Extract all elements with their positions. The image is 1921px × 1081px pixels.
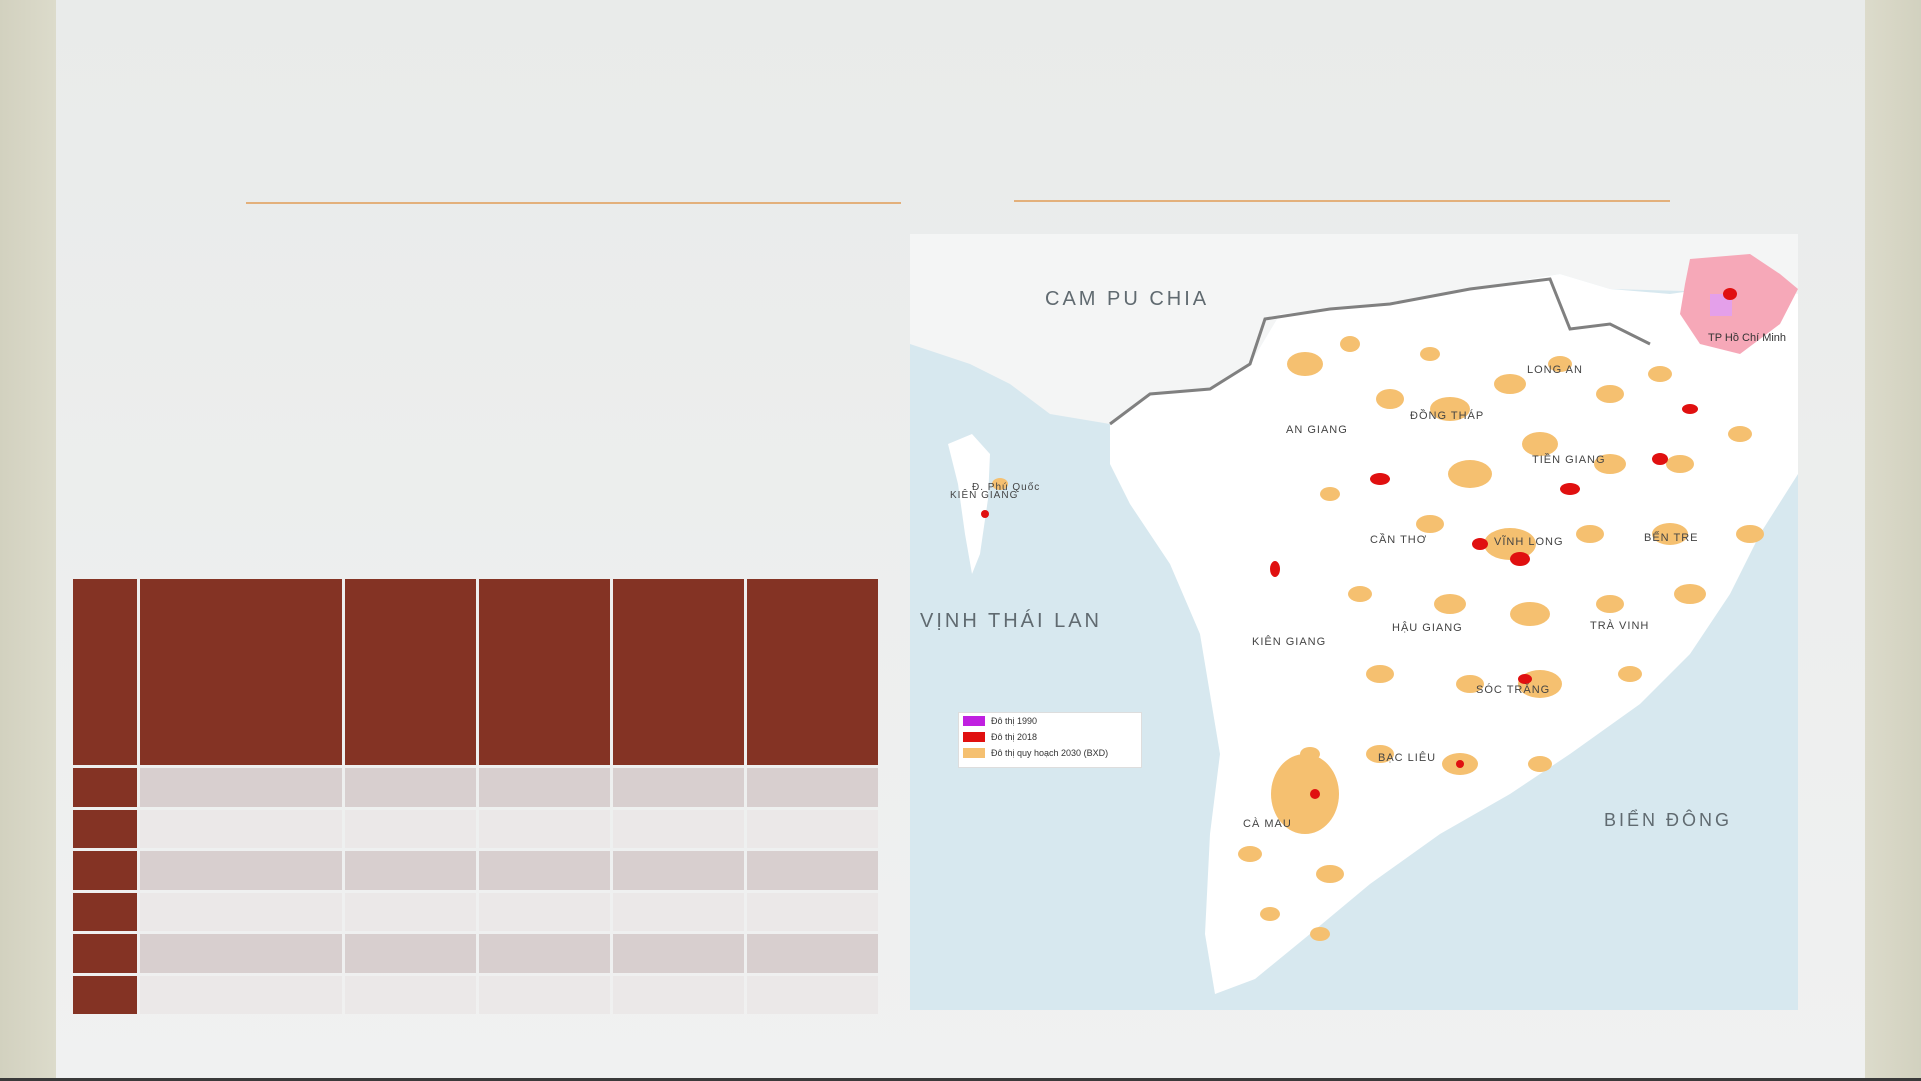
table-row: [73, 809, 878, 848]
header-cell: [613, 579, 744, 765]
table-cell: [345, 809, 476, 848]
table-cell: [479, 934, 610, 973]
table-cell: [613, 892, 744, 931]
header-cell: [140, 579, 342, 765]
tien-giang-label: TIỀN GIANG: [1532, 454, 1606, 466]
table-cell: [747, 851, 878, 890]
tra-vinh-label: TRÀ VINH: [1590, 620, 1650, 632]
hau-giang-label: HẬU GIANG: [1392, 622, 1463, 634]
legend-item: Đô thị 2018: [959, 729, 1141, 745]
table-cell: [747, 768, 878, 807]
table-header-row: [73, 579, 878, 765]
legend-swatch: [963, 748, 985, 758]
table-cell: [479, 768, 610, 807]
table-cell: [613, 975, 744, 1014]
legend-label: Đô thị 2018: [991, 732, 1038, 742]
mekong-delta-map: CAM PU CHIA VỊNH THÁI LAN BIỂN ĐÔNG TP H…: [910, 234, 1798, 1010]
table-row: [73, 892, 878, 931]
table-cell: [140, 809, 342, 848]
dong-thap-label: ĐỒNG THÁP: [1410, 410, 1485, 422]
table-cell: [140, 975, 342, 1014]
table-row: [73, 768, 878, 807]
header-cell: [345, 579, 476, 765]
data-table: [70, 576, 881, 1017]
legend-label: Đô thị 1990: [991, 716, 1038, 726]
left-frame-strip: [0, 0, 56, 1081]
table-cell: [479, 809, 610, 848]
table-cell: [140, 934, 342, 973]
table-cell: [73, 809, 137, 848]
table-cell: [345, 934, 476, 973]
table-cell: [345, 892, 476, 931]
long-an-label: LONG AN: [1527, 364, 1583, 376]
table-row: [73, 851, 878, 890]
legend-swatch: [963, 716, 985, 726]
table-cell: [613, 768, 744, 807]
right-frame-strip: [1865, 0, 1921, 1081]
table-cell: [73, 892, 137, 931]
cambodia-label: CAM PU CHIA: [1045, 288, 1210, 310]
right-title-rule: [1014, 200, 1670, 202]
kien-giang-label: KIÊN GIANG: [1252, 636, 1327, 648]
legend-item: Đô thị quy hoạch 2030 (BXD): [959, 745, 1141, 761]
legend-swatch: [963, 732, 985, 742]
soc-trang-label: SÓC TRĂNG: [1476, 684, 1551, 696]
table-row: [73, 934, 878, 973]
legend-item: Đô thị 1990: [959, 713, 1141, 729]
table-cell: [747, 892, 878, 931]
map-legend: Đô thị 1990 Đô thị 2018 Đô thị quy hoạch…: [958, 712, 1142, 768]
table-cell: [140, 851, 342, 890]
east-sea-label: BIỂN ĐÔNG: [1604, 810, 1733, 830]
table-row: [73, 975, 878, 1014]
legend-label: Đô thị quy hoạch 2030 (BXD): [991, 748, 1109, 758]
table-cell: [479, 975, 610, 1014]
table-cell: [73, 975, 137, 1014]
left-title-rule: [246, 202, 901, 204]
table-cell: [140, 768, 342, 807]
table-cell: [747, 809, 878, 848]
table-cell: [345, 768, 476, 807]
header-cell: [479, 579, 610, 765]
can-tho-label: CẦN THƠ: [1370, 534, 1428, 546]
table-cell: [613, 934, 744, 973]
table-cell: [345, 851, 476, 890]
table-cell: [479, 892, 610, 931]
table-cell: [73, 934, 137, 973]
vinh-long-label: VĨNH LONG: [1494, 536, 1564, 548]
table-cell: [613, 851, 744, 890]
table-cell: [345, 975, 476, 1014]
hcmc-label: TP Hồ Chí Minh: [1708, 332, 1787, 344]
table-cell: [73, 768, 137, 807]
an-giang-label: AN GIANG: [1286, 424, 1348, 436]
table-cell: [479, 851, 610, 890]
header-cell: [73, 579, 137, 765]
bac-lieu-label: BẠC LIÊU: [1378, 752, 1437, 764]
header-cell: [747, 579, 878, 765]
kien-giang-island-label: KIÊN GIANG: [950, 490, 1019, 501]
table-cell: [613, 809, 744, 848]
gulf-of-thailand-label: VỊNH THÁI LAN: [920, 610, 1102, 632]
table-cell: [73, 851, 137, 890]
ben-tre-label: BẾN TRE: [1644, 532, 1699, 544]
ca-mau-label: CÀ MAU: [1243, 818, 1292, 830]
table-cell: [747, 975, 878, 1014]
table-cell: [747, 934, 878, 973]
table-cell: [140, 892, 342, 931]
